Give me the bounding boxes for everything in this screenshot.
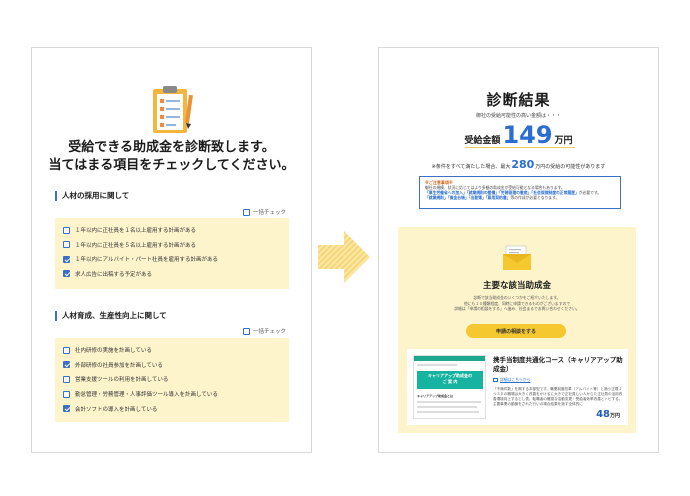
main-subsidy-section: 主要な該当助成金 診断で該当助成金のいくつかをご紹介いたします。 他にも１０種類… [398,227,636,433]
checklist-item-label: １年以内に正社員を１名以上雇用する計画がある [75,228,197,235]
checkbox-icon[interactable] [63,375,70,383]
checkbox-checked-icon[interactable] [63,405,70,413]
main-text-line: 詳細は「申請の相談をする」へ進み、社会まるでお問い合わせください。 [454,306,580,311]
thumbnail-header-bar [414,356,485,361]
main-subsidy-title: 主要な該当助成金 [482,281,551,291]
checklist-item[interactable]: 外部研修の社員参加を計画している [63,358,281,373]
checklist-training: 社内研修の実施を計画している 外部研修の社員参加を計画している 営業支援ツールの… [55,338,289,422]
notice-box: ※ご注意事項※ 御社の規模、状況に応じてはより多額の助成金が受給可能となる場合も… [419,176,621,209]
page-title-line2: 当てはまる項目をチェックしてください。 [48,158,295,173]
subsidy-thumbnail: キャリアアップ助成金の ご 案 内 キャリアアップ助成金とは [413,355,486,419]
checklist-item[interactable]: 社内研修の実施を計画している [63,343,281,358]
page-title-line1: 受給できる助成金を診断致します。 [68,140,275,155]
max-prefix: ※条件をすべて満たした場合、最大 [431,164,511,170]
checklist-item-label: １年以内にアルバイト・パート社員を雇用する計画がある [75,257,218,264]
checklist-item-label: 会計ソフトの導入を計画している [75,406,158,413]
thumbnail-caption: キャリアアップ助成金とは [417,394,454,398]
main-subsidy-text: 診断で該当助成金のいくつかをご紹介いたします。 他にも１０種類程度、同時に申請で… [398,295,636,312]
thumbnail-banner-line2: ご 案 内 [442,379,458,384]
amount-underline [465,147,575,148]
result-title: 診断結果 [486,91,551,109]
checklist-item[interactable]: 勤怠管理・労務管理・人事評価ツール導入を計画している [63,387,281,402]
checklist-item-label: 勤怠管理・労務管理・人事評価ツール導入を計画している [75,392,218,399]
check-all-recruitment[interactable]: 一括チェック [242,208,286,216]
notice-line3: 「就業規則」「賃金台帳」「出勤簿」「雇用契約書」等の作成が必要となります。 [425,195,615,200]
card-amount-unit: 万円 [609,413,620,419]
checkbox-icon[interactable] [242,327,250,335]
section-heading-recruitment: 人材の採用に関して [55,191,129,201]
checklist-item-label: 社内研修の実施を計画している [75,348,152,355]
external-link-icon [493,378,498,382]
checkbox-icon[interactable] [242,208,250,216]
subsidy-card-title: 携手当制度共通化コース（キャリアアップ助成金） [493,356,623,373]
subsidy-card-description: 「不満件数」を期する本部型です。職業制度改革（アルバイト等）と適う正規１つ３０の… [493,387,623,406]
subsidy-card: キャリアアップ助成金の ご 案 内 キャリアアップ助成金とは 携手当制度共通化コ… [407,349,628,425]
subsidy-detail-link[interactable]: 詳細はこちらから [493,377,530,383]
thumbnail-banner: キャリアアップ助成金の ご 案 内 [417,371,483,389]
notice-text: 等の作成が必要となります。 [510,195,560,200]
thumbnail-line [417,364,457,366]
result-subtitle: 御社の受給可能性の高い金額は・・・ [475,113,561,119]
checklist-item[interactable]: 会計ソフトの導入を計画している [63,401,281,416]
check-all-training[interactable]: 一括チェック [242,327,286,335]
clipboard-icon [153,86,193,133]
checklist-item-label: 営業支援ツールの利用を計画している [75,377,169,384]
checklist-item[interactable]: １年以内に正社員を５名以上雇用する計画がある [63,238,281,253]
thumbnail-line [417,411,479,413]
check-all-label: 一括チェック [252,210,286,216]
notice-text: が必要です。 [578,190,602,195]
max-value: 280 [511,158,535,171]
diagnosis-result-panel: 診断結果 御社の受給可能性の高い金額は・・・ 受給金額 149 万円 ※条件をす… [378,47,659,453]
check-all-label: 一括チェック [252,329,286,335]
envelope-icon [503,245,531,270]
max-amount-note: ※条件をすべて満たした場合、最大 280 万円の受給の可能性があります [379,158,658,171]
checklist-recruitment: １年以内に正社員を１名以上雇用する計画がある １年以内に正社員を５名以上雇用する… [55,218,289,289]
checkbox-icon[interactable] [63,346,70,354]
thumbnail-line [417,406,477,408]
checkbox-checked-icon[interactable] [63,270,70,278]
max-suffix: 万円の受給の可能性があります [535,164,606,170]
checklist-item[interactable]: １年以内にアルバイト・パート社員を雇用する計画がある [63,252,281,267]
checklist-item[interactable]: 求人広告に出稿する予定がある [63,267,281,282]
checklist-item[interactable]: １年以内に正社員を１名以上雇用する計画がある [63,223,281,238]
notice-highlight: 「就業規則」「賃金台帳」「出勤簿」「雇用契約書」 [425,195,511,200]
detail-link-label: 詳細はこちらから [500,377,531,382]
checklist-item-label: １年以内に正社員を５名以上雇用する計画がある [75,242,197,249]
checkbox-icon[interactable] [63,241,70,249]
amount-value: 149 [502,121,553,149]
diagnosis-form-panel: 受給できる助成金を診断致します。 当てはまる項目をチェックしてください。 人材の… [31,47,312,453]
checkbox-icon[interactable] [63,226,70,234]
section-heading-training: 人材育成、生産性向上に関して [55,311,167,321]
result-amount: 受給金額 149 万円 [379,122,658,148]
checklist-item-label: 外部研修の社員参加を計画している [75,362,163,369]
thumbnail-line [417,401,481,403]
amount-label: 受給金額 [464,136,501,146]
consult-button[interactable]: 申請の相談をする [466,324,566,338]
right-arrow-icon [318,231,370,283]
checklist-item[interactable]: 営業支援ツールの利用を計画している [63,372,281,387]
checklist-item-label: 求人広告に出稿する予定がある [75,271,153,278]
amount-unit: 万円 [554,136,573,146]
card-amount-value: 48 [596,409,610,420]
subsidy-card-amount: 48 万円 [596,409,620,420]
checkbox-checked-icon[interactable] [63,361,70,369]
checkbox-icon[interactable] [63,390,70,398]
checkbox-checked-icon[interactable] [63,255,70,263]
